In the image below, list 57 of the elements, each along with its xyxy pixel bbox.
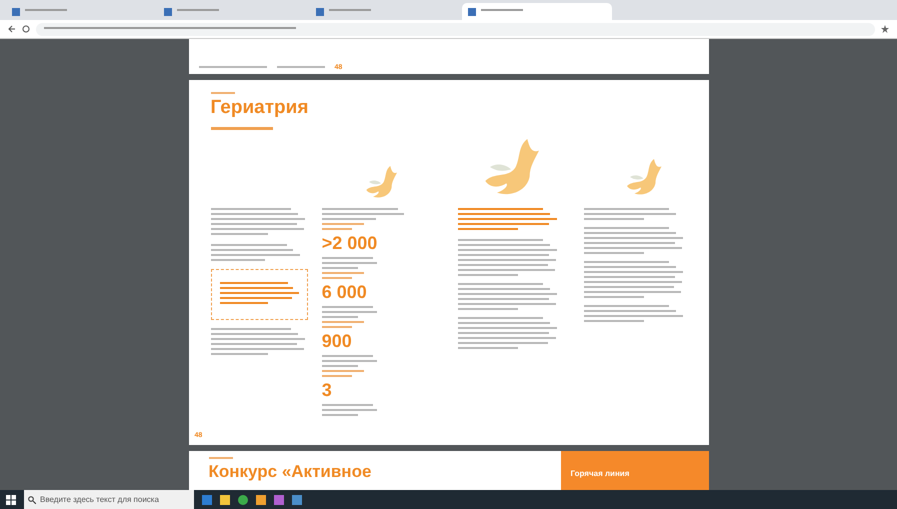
reload-icon[interactable] (22, 25, 30, 33)
illegible-text-line (220, 282, 288, 284)
illegible-text-line (322, 262, 377, 264)
illegible-text-line (322, 310, 377, 313)
search-icon (28, 496, 36, 504)
illegible-text-line (276, 66, 324, 68)
illegible-text-line (322, 364, 358, 367)
illegible-text-line (322, 360, 377, 362)
illegible-text-line (210, 232, 268, 235)
statistic-value: 900 (322, 330, 353, 352)
illegible-text-line (322, 276, 352, 279)
illegible-text-line (322, 414, 358, 416)
illegible-text-line (322, 316, 358, 318)
illegible-text-line (329, 9, 371, 11)
illegible-text-line (584, 320, 644, 322)
illegible-text-line (322, 222, 364, 225)
illegible-text-line (322, 354, 373, 357)
statistic-value: >2 000 (322, 232, 378, 254)
statistic-value: 3 (322, 380, 333, 401)
start-icon[interactable] (6, 494, 16, 504)
illegible-text-line (584, 218, 644, 220)
illegible-text-line (322, 326, 352, 328)
illegible-text-line (584, 296, 644, 298)
illegible-text-line (584, 252, 644, 254)
illegible-text-line (322, 306, 373, 308)
back-icon[interactable] (8, 25, 16, 33)
browser-tab[interactable] (462, 3, 612, 20)
illegible-text-line (322, 266, 358, 269)
illegible-text-line (25, 9, 67, 11)
hotline-panel: Горячая линия (560, 450, 708, 490)
illegible-text-line (322, 256, 373, 259)
illegible-text-line (458, 274, 518, 276)
illegible-text-line (177, 9, 219, 11)
illegible-text-line (458, 228, 518, 230)
illegible-text-line (322, 374, 352, 377)
illegible-text-line (458, 308, 518, 310)
illegible-text-line (322, 320, 364, 323)
illegible-text-line (322, 218, 376, 220)
address-field[interactable] (36, 22, 875, 36)
illegible-text-line (210, 92, 234, 94)
illegible-text-line (220, 302, 268, 304)
illegible-text-line (322, 408, 377, 411)
search-field[interactable]: Введите здесь текст для поиска (24, 490, 194, 509)
illegible-text-line (210, 258, 264, 261)
section-title: Гериатрия (210, 96, 310, 119)
illegible-text-line (322, 404, 373, 406)
illegible-text-line (322, 228, 352, 230)
illegible-text-line (458, 346, 518, 349)
illegible-text-line (210, 352, 268, 355)
statistic-value: 6 000 (322, 282, 368, 303)
illegible-text-line (481, 9, 523, 11)
illegible-text-line (198, 66, 266, 68)
illegible-text-line (208, 456, 232, 459)
illegible-text-line (322, 370, 364, 372)
section-title: Конкурс «Активное (208, 462, 372, 482)
illegible-text-line (322, 272, 364, 274)
star-icon[interactable] (881, 25, 889, 33)
